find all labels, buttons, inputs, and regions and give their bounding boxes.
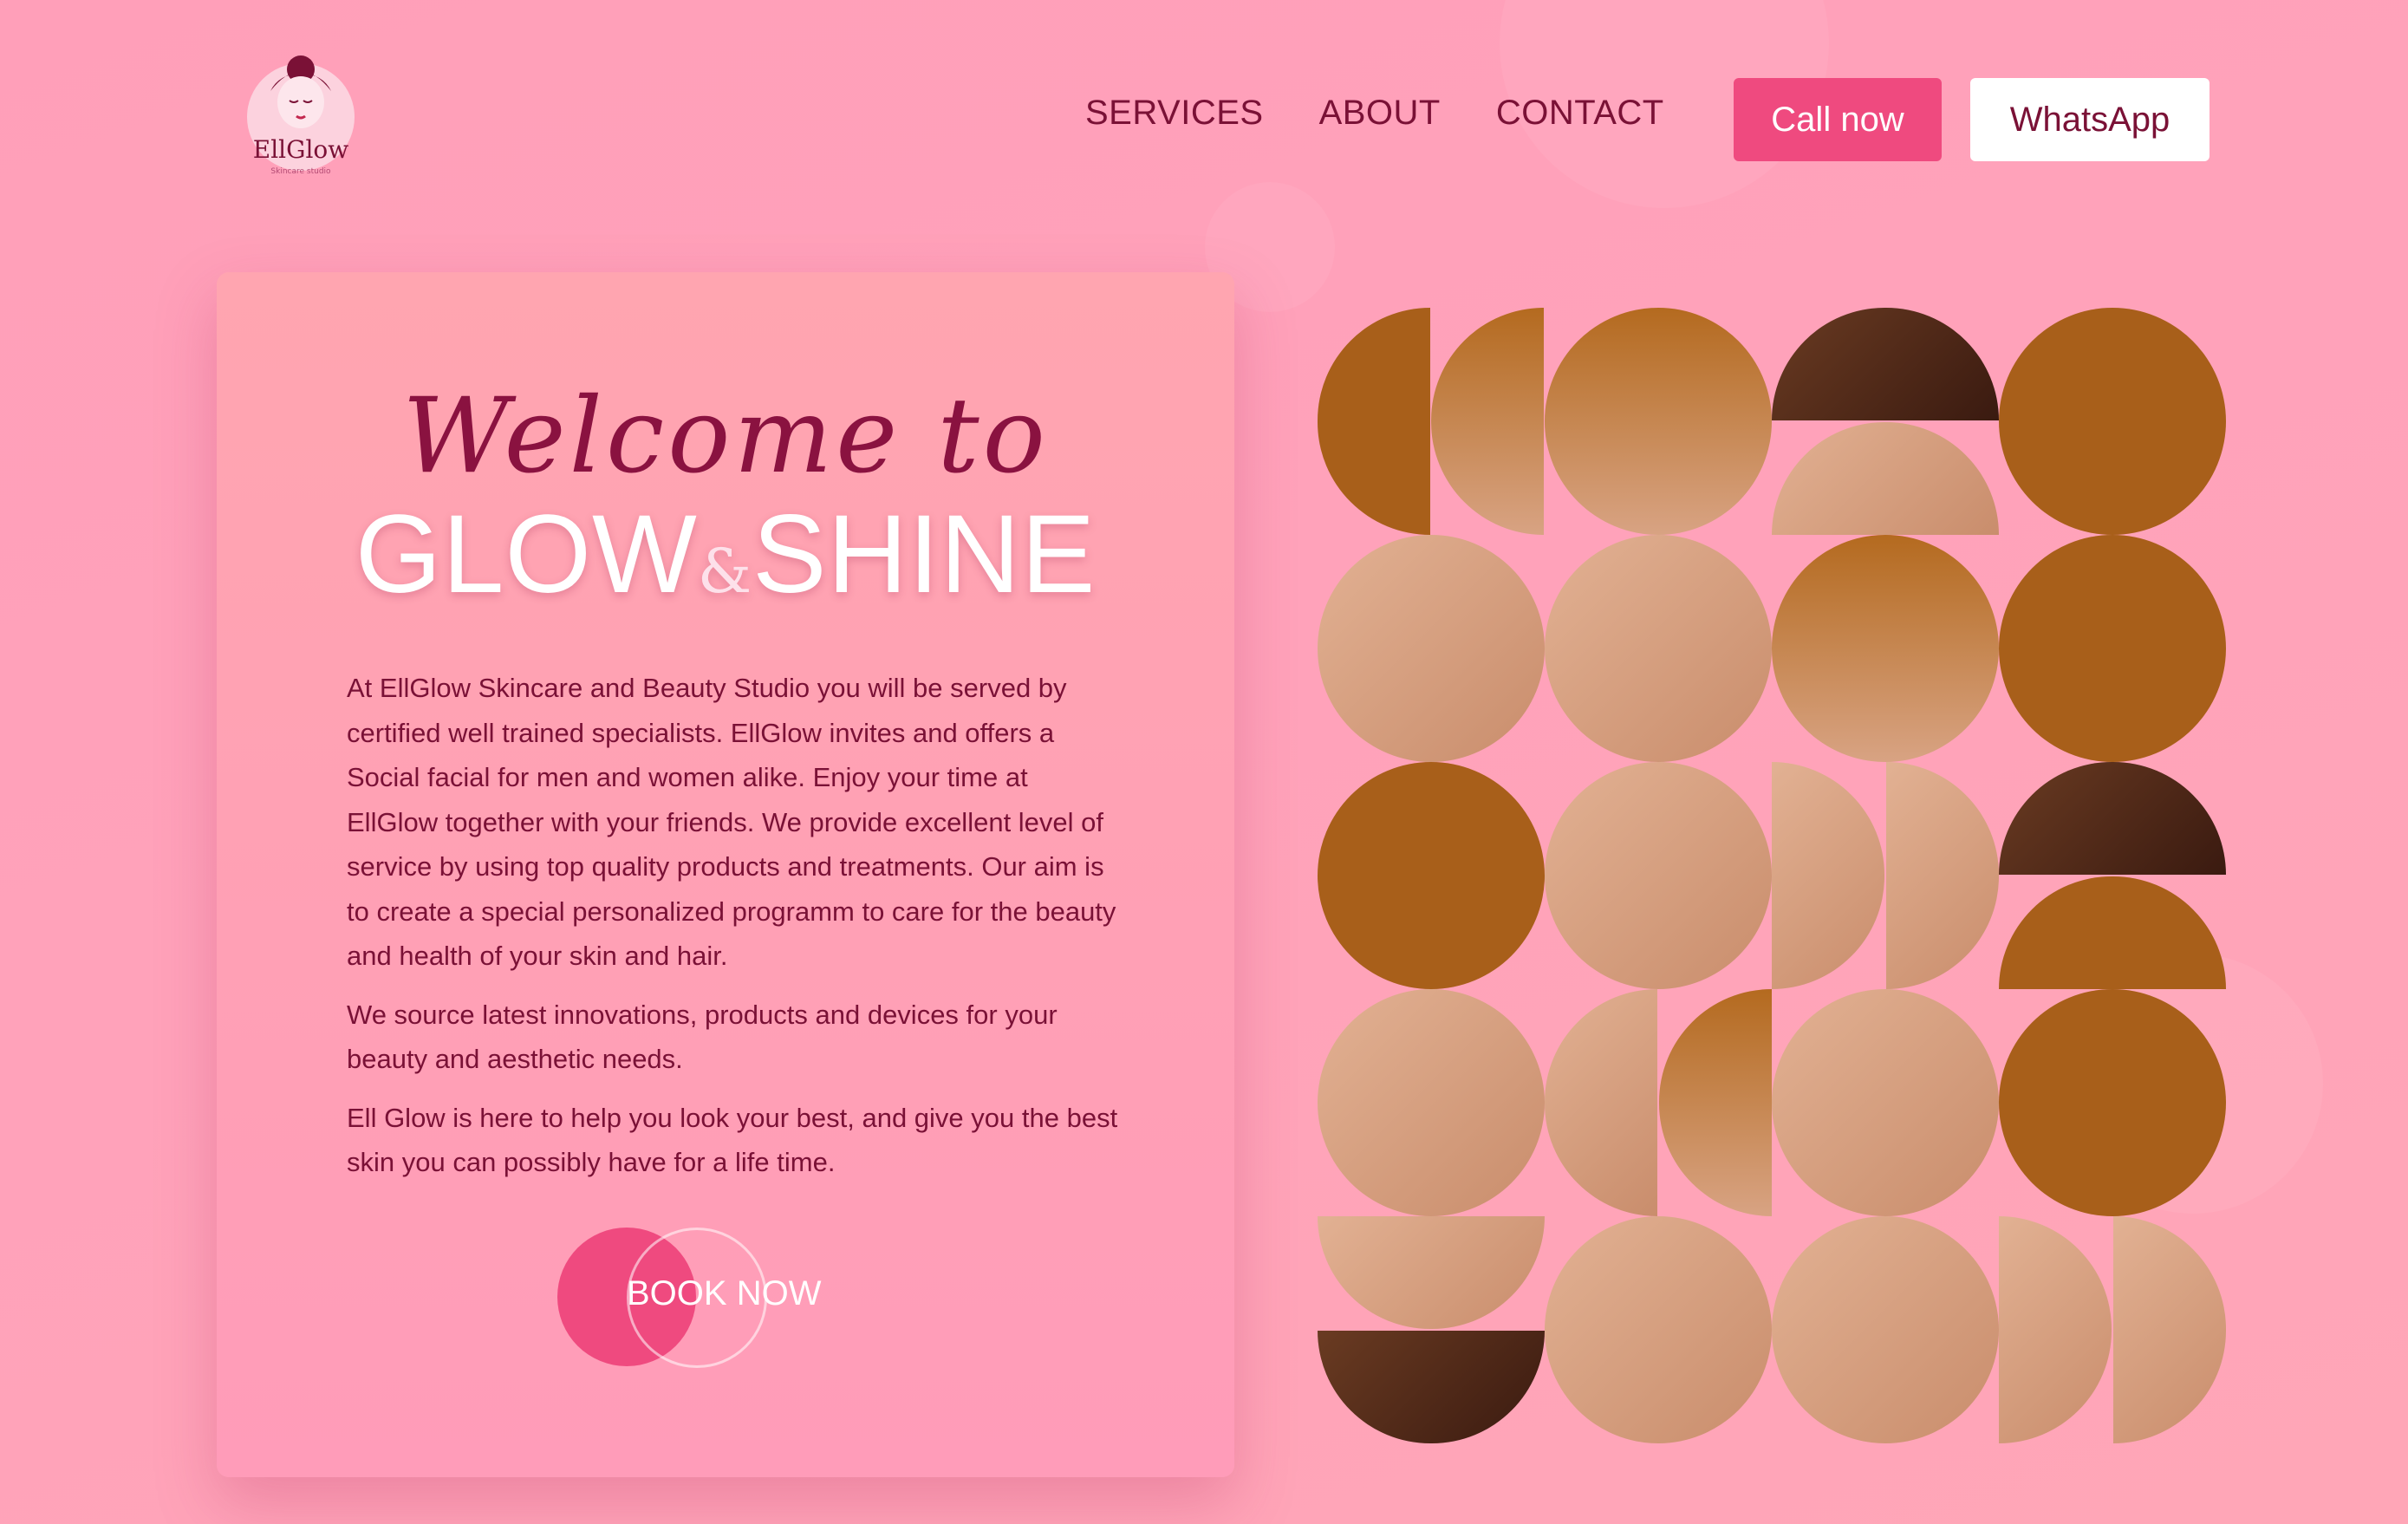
mosaic-half-circle <box>1431 308 1544 535</box>
mosaic-circle <box>1772 1216 1999 1443</box>
mosaic-half-circle <box>1886 762 1999 989</box>
description-paragraph: We source latest innovations, products a… <box>347 999 1058 1075</box>
ellglow-logo[interactable]: EllGlow Skincare studio <box>227 43 374 191</box>
mosaic-circle <box>1999 535 2226 762</box>
description-paragraph: At EllGlow Skincare and Beauty Studio yo… <box>347 673 1116 971</box>
main-nav: SERVICES ABOUT CONTACT <box>1085 95 1664 130</box>
mosaic-circle <box>1545 762 1772 989</box>
nav-about[interactable]: ABOUT <box>1319 95 1441 130</box>
hero-title: GLOW&SHINE <box>217 499 1234 610</box>
svg-text:EllGlow: EllGlow <box>253 135 349 164</box>
mosaic-circle <box>1772 535 1999 762</box>
mosaic-half-circle <box>1772 422 1999 535</box>
mosaic-circle <box>1545 308 1772 535</box>
mosaic-half-circle <box>1999 1216 2112 1443</box>
mosaic-half-circle <box>1999 876 2226 989</box>
mosaic-circle <box>1772 989 1999 1216</box>
call-now-button[interactable]: Call now <box>1734 78 1942 161</box>
description-paragraph: Ell Glow is here to help you look your b… <box>347 1102 1118 1178</box>
mosaic-half-circle <box>1318 1216 1545 1329</box>
title-shine: SHINE <box>752 492 1097 616</box>
hero-card: Welcome to GLOW&SHINE At EllGlow Skincar… <box>217 272 1234 1477</box>
mosaic-half-circle <box>1659 989 1772 1216</box>
mosaic-half-circle <box>1772 308 1999 420</box>
svg-text:Skincare studio: Skincare studio <box>270 167 331 176</box>
nav-services[interactable]: SERVICES <box>1085 95 1264 130</box>
hero-description: At EllGlow Skincare and Beauty Studio yo… <box>347 666 1118 1199</box>
welcome-script: Welcome to <box>402 376 1049 497</box>
whatsapp-button[interactable]: WhatsApp <box>1970 78 2210 161</box>
title-ampersand: & <box>697 536 753 607</box>
mosaic-half-circle <box>2113 1216 2226 1443</box>
mosaic-circle <box>1545 535 1772 762</box>
mosaic-half-circle <box>1545 989 1657 1216</box>
portrait-mosaic <box>1318 308 2226 1443</box>
mosaic-circle <box>1545 1216 1772 1443</box>
book-now-label: BOOK NOW <box>627 1274 822 1312</box>
mosaic-circle <box>1999 308 2226 535</box>
book-now-button[interactable]: BOOK NOW <box>557 1226 852 1373</box>
nav-contact[interactable]: CONTACT <box>1496 95 1664 130</box>
mosaic-half-circle <box>1318 308 1430 535</box>
mosaic-half-circle <box>1318 1331 1545 1443</box>
mosaic-circle <box>1318 989 1545 1216</box>
mosaic-half-circle <box>1999 762 2226 875</box>
title-glow: GLOW <box>355 492 698 616</box>
mosaic-circle <box>1318 535 1545 762</box>
mosaic-circle <box>1318 762 1545 989</box>
mosaic-half-circle <box>1772 762 1884 989</box>
mosaic-circle <box>1999 989 2226 1216</box>
